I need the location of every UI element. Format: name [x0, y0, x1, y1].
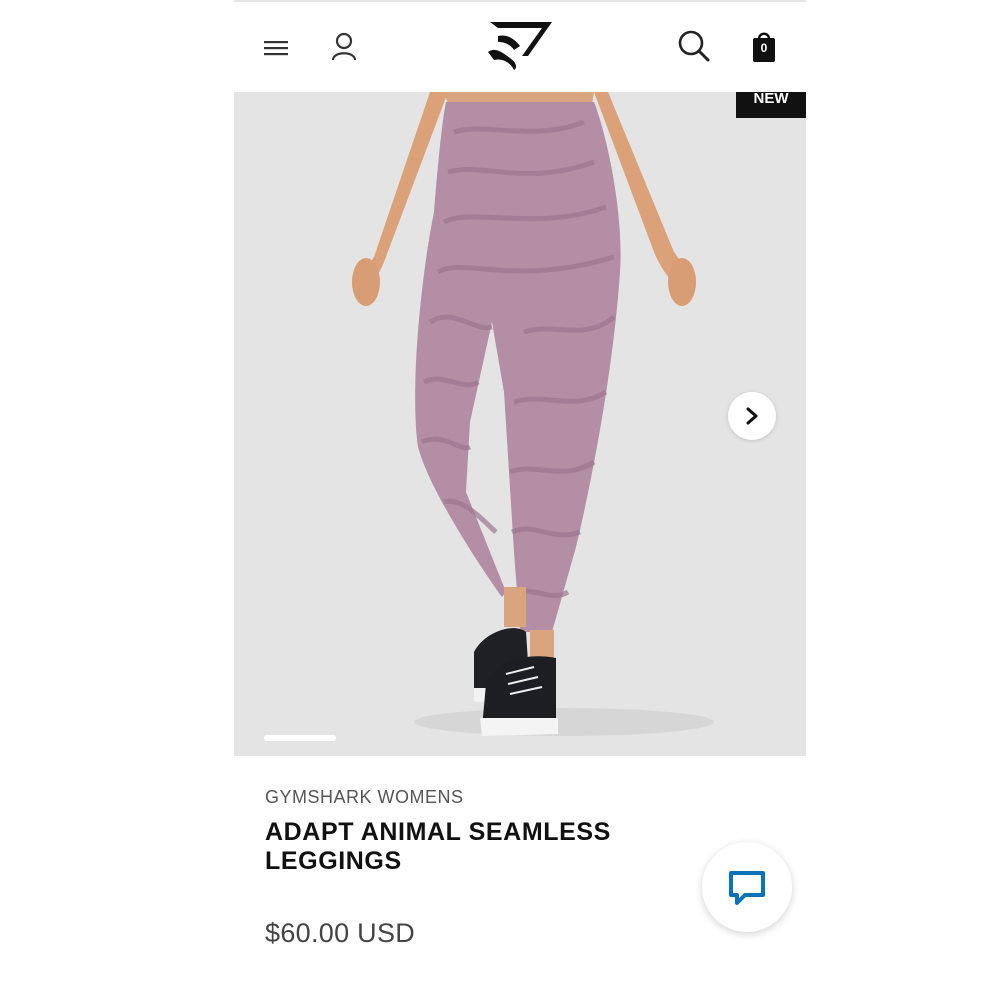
chevron-right-icon: [746, 407, 758, 425]
chat-button[interactable]: [702, 842, 792, 932]
pagination-indicator-active[interactable]: [264, 735, 336, 741]
product-brand: GYMSHARK WOMENS: [265, 787, 464, 807]
site-header: 0: [234, 2, 806, 92]
cart-count: 0: [760, 41, 768, 55]
chat-icon: [729, 871, 765, 905]
menu-icon: [264, 41, 288, 56]
cart-button[interactable]: 0: [746, 26, 782, 66]
product-price: $60.00 USD: [265, 918, 416, 948]
product-image-gallery[interactable]: NEW: [234, 92, 806, 756]
account-icon: [331, 32, 357, 61]
search-icon: [678, 30, 710, 62]
new-badge: NEW: [736, 92, 806, 118]
next-image-button[interactable]: [728, 392, 776, 440]
product-image: [352, 92, 714, 736]
account-button[interactable]: [326, 28, 362, 64]
search-button[interactable]: [674, 26, 714, 66]
gallery-pagination: [264, 735, 336, 741]
product-title: ADAPT ANIMAL SEAMLESS LEGGINGS: [265, 818, 611, 875]
menu-button[interactable]: [258, 30, 294, 66]
mobile-page: 0 NEW GYMSHARK WOMENS ADAPT ANIMAL SEAML…: [234, 0, 806, 1000]
gymshark-logo[interactable]: [484, 16, 556, 72]
